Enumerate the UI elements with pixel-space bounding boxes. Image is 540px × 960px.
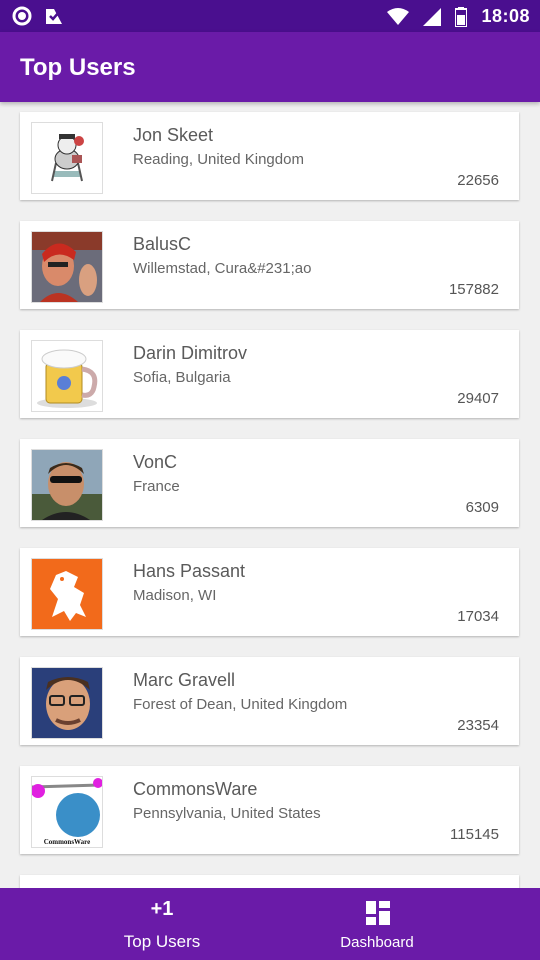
user-name: Jon Skeet <box>133 125 214 145</box>
photo-avatar-red <box>31 231 103 303</box>
user-name: CommonsWare <box>133 779 258 799</box>
user-card[interactable]: Marc Gravell Forest of Dean, United King… <box>20 657 519 745</box>
nav-top-users[interactable]: +1 Top Users <box>62 888 262 960</box>
commonsware-logo-avatar: CommonsWare <box>31 776 103 848</box>
user-card[interactable]: BalusC Willemstad, Cura&#231;ao 157882 <box>20 221 519 309</box>
user-location: Sofia, Bulgaria <box>133 369 231 386</box>
svg-text:CommonsWare: CommonsWare <box>44 838 91 846</box>
nav-dashboard-label: Dashboard <box>340 934 414 951</box>
user-name: Darin Dimitrov <box>133 343 248 363</box>
battery-icon <box>455 6 468 27</box>
user-name: VonC <box>133 452 178 472</box>
user-reputation: 17034 <box>457 608 499 625</box>
photo-avatar-sunglasses <box>31 449 103 521</box>
user-reputation: 115145 <box>450 826 499 843</box>
checkbox-app-icon <box>46 9 62 24</box>
user-name: BalusC <box>133 234 192 254</box>
dashboard-icon <box>366 901 390 925</box>
user-location: Pennsylvania, United States <box>133 805 321 822</box>
signal-icon <box>423 7 442 26</box>
cartoon-avatar <box>31 122 103 194</box>
page-title: Top Users <box>20 54 136 81</box>
user-reputation: 6309 <box>465 499 499 516</box>
app-bar: Top Users <box>0 32 540 102</box>
user-location: Reading, United Kingdom <box>133 151 304 168</box>
user-location: Madison, WI <box>133 587 217 604</box>
bottom-navigation: +1 Top Users Dashboard <box>0 888 540 960</box>
plus-one-icon: +1 <box>150 898 174 920</box>
user-name: Marc Gravell <box>133 670 236 690</box>
beer-mug-avatar <box>31 340 103 412</box>
circle-app-icon <box>12 6 32 26</box>
user-name: Hans Passant <box>133 561 246 581</box>
user-card[interactable]: Hans Passant Madison, WI 17034 <box>20 548 519 636</box>
user-card[interactable]: Jon Skeet Reading, United Kingdom 22656 <box>20 112 519 200</box>
user-reputation: 29407 <box>457 390 499 407</box>
user-reputation: 157882 <box>448 281 499 298</box>
user-reputation: 23354 <box>457 717 499 734</box>
user-location: Willemstad, Cura&#231;ao <box>133 260 312 277</box>
user-location: France <box>133 478 180 495</box>
user-card-partial[interactable] <box>20 875 519 888</box>
user-card[interactable]: Darin Dimitrov Sofia, Bulgaria 29407 <box>20 330 519 418</box>
nav-dashboard[interactable]: Dashboard <box>277 888 477 960</box>
user-reputation: 22656 <box>457 172 499 189</box>
user-card[interactable]: VonC France 6309 <box>20 439 519 527</box>
status-time: 18:08 <box>481 6 530 26</box>
user-list[interactable]: Jon Skeet Reading, United Kingdom 22656 … <box>0 102 540 888</box>
photo-avatar-glasses <box>31 667 103 739</box>
user-location: Forest of Dean, United Kingdom <box>133 696 348 713</box>
status-bar: 18:08 <box>0 0 540 32</box>
lion-avatar <box>31 558 103 630</box>
user-card[interactable]: CommonsWare CommonsWare Pennsylvania, Un… <box>20 766 519 854</box>
wifi-icon <box>387 7 410 25</box>
nav-top-users-label: Top Users <box>123 932 201 951</box>
